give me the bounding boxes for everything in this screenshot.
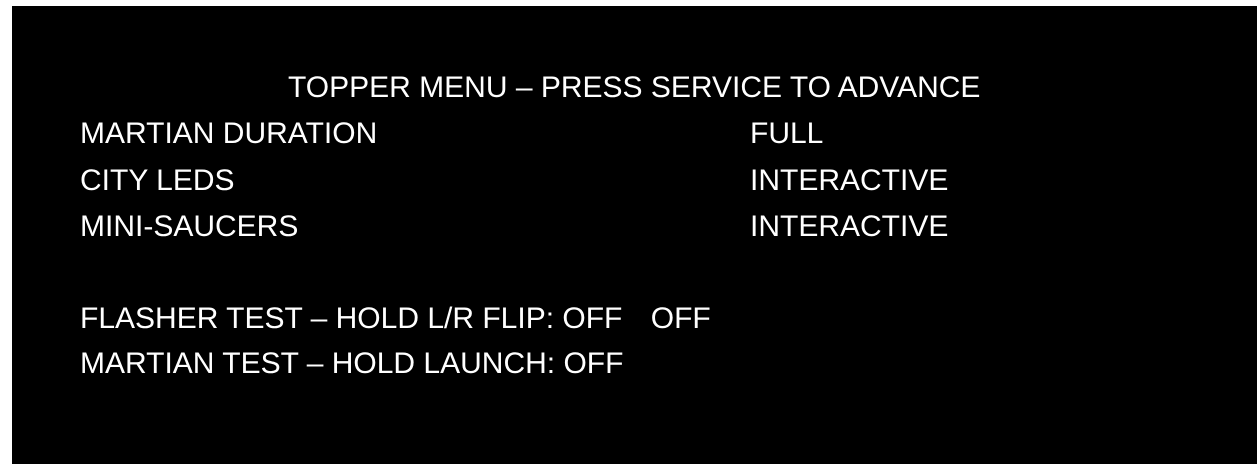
flasher-test-left-state: OFF	[562, 302, 623, 335]
topper-menu-screen: TOPPER MENU – PRESS SERVICE TO ADVANCE M…	[12, 6, 1257, 464]
setting-value-martian-duration[interactable]: FULL	[750, 116, 823, 152]
flasher-test-right-state: OFF	[650, 302, 711, 335]
martian-test-state: OFF	[563, 347, 624, 380]
setting-value-city-leds[interactable]: INTERACTIVE	[750, 163, 948, 199]
setting-label-martian-duration: MARTIAN DURATION	[80, 117, 378, 150]
flasher-test-row: FLASHER TEST – HOLD L/R FLIP: OFF OFF	[80, 301, 711, 337]
flasher-test-label: FLASHER TEST – HOLD L/R FLIP:	[80, 302, 555, 335]
menu-title: TOPPER MENU – PRESS SERVICE TO ADVANCE	[288, 71, 981, 104]
setting-label-mini-saucers: MINI-SAUCERS	[80, 210, 299, 243]
setting-label-city-leds: CITY LEDS	[80, 164, 235, 197]
setting-value-mini-saucers[interactable]: INTERACTIVE	[750, 209, 948, 245]
martian-test-label: MARTIAN TEST – HOLD LAUNCH:	[80, 347, 556, 380]
martian-test-row: MARTIAN TEST – HOLD LAUNCH: OFF	[80, 346, 623, 382]
